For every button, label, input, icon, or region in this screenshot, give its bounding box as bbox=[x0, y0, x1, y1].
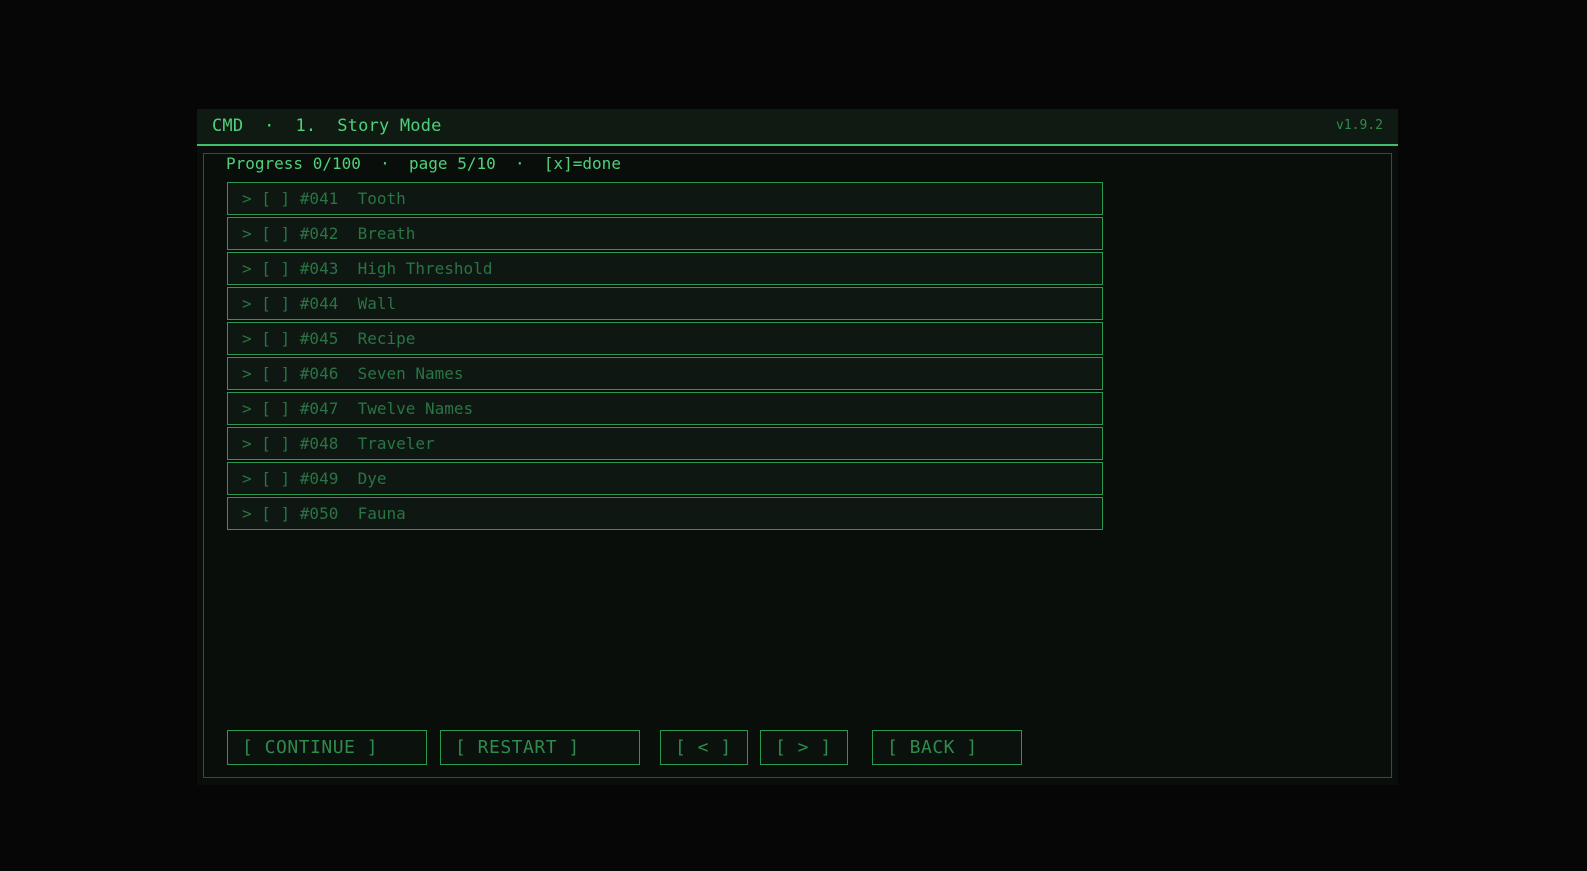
chapter-item-050[interactable]: > [ ] #050 Fauna bbox=[227, 497, 1103, 530]
chapter-list: > [ ] #041 Tooth > [ ] #042 Breath > [ ]… bbox=[227, 182, 1103, 532]
chapter-label: > [ ] #041 Tooth bbox=[242, 189, 406, 208]
window-title: CMD · 1. Story Mode bbox=[212, 116, 442, 136]
prev-page-button-label: [ < ] bbox=[675, 737, 732, 758]
chapter-item-048[interactable]: > [ ] #048 Traveler bbox=[227, 427, 1103, 460]
chapter-item-043[interactable]: > [ ] #043 High Threshold bbox=[227, 252, 1103, 285]
title-bar: CMD · 1. Story Mode v1.9.2 bbox=[197, 109, 1398, 146]
back-button[interactable]: [ BACK ] bbox=[872, 730, 1022, 765]
prev-page-button[interactable]: [ < ] bbox=[660, 730, 748, 765]
chapter-label: > [ ] #043 High Threshold bbox=[242, 259, 493, 278]
chapter-item-049[interactable]: > [ ] #049 Dye bbox=[227, 462, 1103, 495]
continue-button[interactable]: [ CONTINUE ] bbox=[227, 730, 427, 765]
game-window: CMD · 1. Story Mode v1.9.2 Progress 0/10… bbox=[197, 109, 1398, 785]
chapter-label: > [ ] #049 Dye bbox=[242, 469, 387, 488]
next-page-button[interactable]: [ > ] bbox=[760, 730, 848, 765]
chapter-label: > [ ] #042 Breath bbox=[242, 224, 416, 243]
restart-button[interactable]: [ RESTART ] bbox=[440, 730, 640, 765]
chapter-item-045[interactable]: > [ ] #045 Recipe bbox=[227, 322, 1103, 355]
chapter-label: > [ ] #044 Wall bbox=[242, 294, 397, 313]
chapter-item-041[interactable]: > [ ] #041 Tooth bbox=[227, 182, 1103, 215]
chapter-label: > [ ] #045 Recipe bbox=[242, 329, 416, 348]
chapter-item-042[interactable]: > [ ] #042 Breath bbox=[227, 217, 1103, 250]
chapter-label: > [ ] #047 Twelve Names bbox=[242, 399, 474, 418]
chapter-label: > [ ] #048 Traveler bbox=[242, 434, 435, 453]
continue-button-label: [ CONTINUE ] bbox=[242, 737, 379, 758]
chapter-item-044[interactable]: > [ ] #044 Wall bbox=[227, 287, 1103, 320]
back-button-label: [ BACK ] bbox=[887, 737, 978, 758]
progress-status: Progress 0/100 · page 5/10 · [x]=done bbox=[226, 154, 621, 173]
chapter-label: > [ ] #050 Fauna bbox=[242, 504, 406, 523]
restart-button-label: [ RESTART ] bbox=[455, 737, 580, 758]
chapter-label: > [ ] #046 Seven Names bbox=[242, 364, 464, 383]
next-page-button-label: [ > ] bbox=[775, 737, 832, 758]
chapter-item-046[interactable]: > [ ] #046 Seven Names bbox=[227, 357, 1103, 390]
chapter-item-047[interactable]: > [ ] #047 Twelve Names bbox=[227, 392, 1103, 425]
version-label: v1.9.2 bbox=[1336, 118, 1383, 133]
